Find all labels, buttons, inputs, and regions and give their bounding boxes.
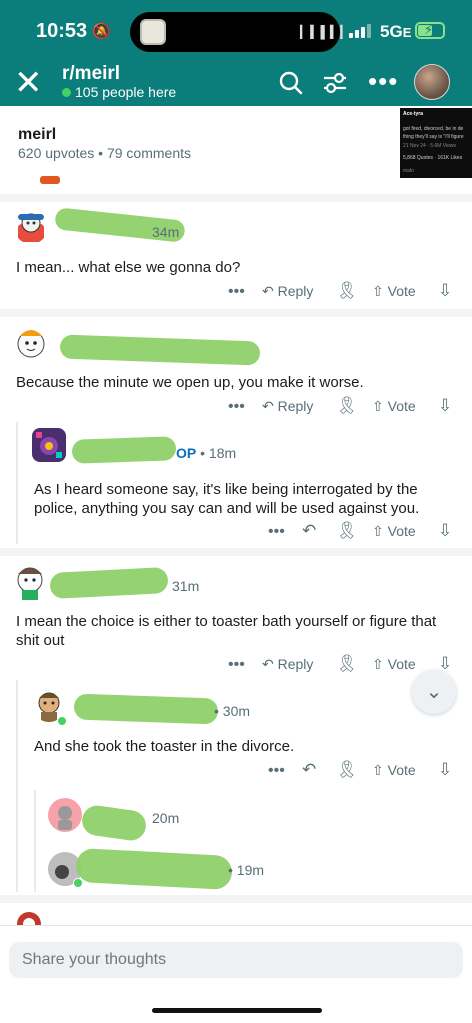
comment-text: As I heard someone say, it's like being … <box>34 481 420 517</box>
status-bar: 10:53 🔕 ▎▍▌▍▎ 5GE ⚡ <box>0 0 472 60</box>
user-avatar[interactable] <box>414 64 450 100</box>
upvote-icon: ⇧ <box>372 398 384 414</box>
downvote-icon[interactable]: ⇩ <box>438 396 452 416</box>
now-playing-app-icon <box>140 19 166 45</box>
commenter-avatar[interactable] <box>48 798 82 832</box>
comment-time: 31m <box>172 578 200 594</box>
upvote-icon: ⇧ <box>372 523 384 539</box>
battery-icon: ⚡ <box>415 22 445 39</box>
filter-icon[interactable] <box>322 70 348 103</box>
post-meta: 620 upvotes • 79 comments <box>18 145 191 161</box>
more-icon[interactable]: ••• <box>368 66 398 97</box>
award-icon[interactable]: 🎗 <box>336 760 358 780</box>
reply-icon: ↶ <box>262 656 274 672</box>
award-icon[interactable]: 🎗 <box>336 654 358 674</box>
redacted-username <box>80 803 148 843</box>
mute-bell-icon: 🔕 <box>92 23 111 40</box>
upvote-button[interactable]: ⇧ Vote <box>372 762 416 779</box>
redacted-username <box>49 566 169 600</box>
thread-line <box>16 680 18 892</box>
divider <box>0 548 472 556</box>
award-icon[interactable]: 🎗 <box>336 396 358 416</box>
divider <box>0 194 472 202</box>
post-title: meirl <box>18 126 57 143</box>
reply-icon[interactable]: ↶ <box>302 760 316 780</box>
upvote-button[interactable]: ⇧ Vote <box>372 656 416 673</box>
award-icon[interactable]: 🎗 <box>336 521 358 541</box>
redacted-username <box>75 847 233 891</box>
subreddit-header: ✕ r/meirl 105 people here ••• <box>0 60 472 106</box>
more-options-icon[interactable]: ••• <box>268 762 285 780</box>
redacted-username <box>59 334 261 366</box>
online-indicator <box>73 878 83 888</box>
comment-time: 20m <box>152 810 180 826</box>
upvote-icon: ⇧ <box>372 656 384 672</box>
downvote-icon[interactable]: ⇩ <box>438 760 452 780</box>
commenter-avatar[interactable] <box>14 210 48 244</box>
cell-signal-icon <box>349 24 373 38</box>
network-label: 5GE <box>380 22 412 41</box>
comment-meta: OP • 18m <box>176 445 237 461</box>
collapsed-comment-stub <box>40 176 60 184</box>
thread-line <box>34 790 36 892</box>
upvote-button[interactable]: ⇧ Vote <box>372 523 416 540</box>
commenter-avatar[interactable] <box>12 322 50 360</box>
reply-button[interactable]: ↶ Reply <box>262 398 313 415</box>
online-dot-icon <box>62 88 71 97</box>
commenter-avatar[interactable] <box>12 562 48 602</box>
divider <box>0 309 472 317</box>
divider <box>0 895 472 903</box>
partial-comment-avatar <box>14 907 44 927</box>
comment-composer <box>0 925 472 1023</box>
comment-text: I mean the choice is either to toaster b… <box>16 613 437 649</box>
chevron-down-icon[interactable]: ⌄ <box>412 670 456 714</box>
upvote-button[interactable]: ⇧ Vote <box>372 283 416 300</box>
home-indicator[interactable] <box>152 1008 322 1013</box>
more-options-icon[interactable]: ••• <box>268 523 285 541</box>
redacted-username <box>71 436 177 464</box>
redacted-username <box>73 693 219 725</box>
more-options-icon[interactable]: ••• <box>228 283 245 301</box>
reply-button[interactable]: ↶ Reply <box>262 283 313 300</box>
more-options-icon[interactable]: ••• <box>228 656 245 674</box>
reply-icon: ↶ <box>262 283 274 299</box>
comment-time: 34m <box>152 224 180 240</box>
comment-meta: • 19m <box>228 862 265 878</box>
audio-waveform-icon: ▎▍▌▍▎ <box>300 25 351 39</box>
online-indicator <box>57 716 67 726</box>
post-summary[interactable]: meirl 620 upvotes • 79 comments Ace-tyra… <box>0 106 472 180</box>
reply-icon[interactable]: ↶ <box>302 521 316 541</box>
comment-text: I mean... what else we gonna do? <box>16 259 241 276</box>
online-count: 105 people here <box>62 84 176 100</box>
status-time: 10:53 <box>36 20 88 42</box>
comment-text: Because the minute we open up, you make … <box>16 374 364 391</box>
upvote-icon: ⇧ <box>372 762 384 778</box>
upvote-icon: ⇧ <box>372 283 384 299</box>
upvote-button[interactable]: ⇧ Vote <box>372 398 416 415</box>
more-options-icon[interactable]: ••• <box>228 398 245 416</box>
op-badge: OP <box>176 445 197 461</box>
thread-line <box>16 422 18 544</box>
share-thoughts-input[interactable] <box>9 942 463 978</box>
subreddit-name[interactable]: r/meirl <box>62 63 120 85</box>
commenter-avatar[interactable] <box>32 428 66 462</box>
post-thumbnail[interactable]: Ace-tyra got fired, divorced, be in de t… <box>400 108 472 178</box>
downvote-icon[interactable]: ⇩ <box>438 281 452 301</box>
comment-text: And she took the toaster in the divorce. <box>34 738 295 755</box>
downvote-icon[interactable]: ⇩ <box>438 521 452 541</box>
reply-button[interactable]: ↶ Reply <box>262 656 313 673</box>
reply-icon: ↶ <box>262 398 274 414</box>
dynamic-island: ▎▍▌▍▎ <box>130 12 349 52</box>
comment-meta: • 30m <box>214 703 251 719</box>
close-icon[interactable]: ✕ <box>14 66 43 100</box>
award-icon[interactable]: 🎗 <box>336 281 358 301</box>
search-icon[interactable] <box>278 70 304 103</box>
